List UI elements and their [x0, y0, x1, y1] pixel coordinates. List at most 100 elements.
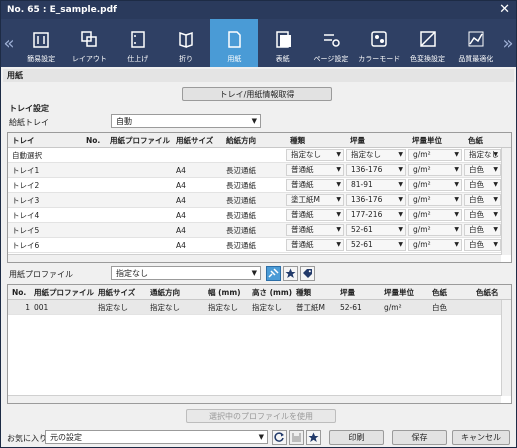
tray-cell-dropdown[interactable]: 白色 ▼ [464, 179, 501, 191]
profile-col-header[interactable]: 坪量 [336, 287, 380, 298]
tray-cell-dropdown[interactable]: 普通紙 ▼ [286, 224, 344, 236]
tray-row[interactable]: トレイ5 A4 長辺通紙 普通紙 ▼ 52-61 ▼ g/m² ▼ 白色 ▼ [8, 223, 511, 238]
profile-col-header[interactable]: 用紙プロファイル [30, 287, 94, 298]
tray-cell-value: g/m² [413, 150, 431, 159]
save-disk-icon[interactable] [289, 430, 304, 445]
tray-cell-value: 自動選択 [12, 150, 42, 160]
tray-row[interactable]: 自動選択 指定なし ▼ 指定なし ▼ g/m² ▼ 指定なし ▼ [8, 148, 511, 163]
tray-cell-dropdown[interactable]: 指定なし ▼ [464, 149, 501, 161]
profile-horizontal-scrollbar[interactable] [8, 395, 501, 403]
profile-col-header[interactable]: 色紙 [428, 287, 472, 298]
tray-vertical-scrollbar[interactable] [501, 148, 511, 255]
tray-col-header[interactable]: 用紙サイズ [172, 135, 222, 146]
profile-row[interactable]: 1 001 指定なし 指定なし 指定なし 指定なし 普工紙M 52-61 g/m² 白色 [8, 300, 511, 315]
tray-cell-dropdown[interactable]: g/m² ▼ [408, 239, 462, 251]
tab-color-conversion[interactable]: 色変換設定 [403, 19, 451, 67]
tray-row[interactable]: トレイ1 A4 長辺通紙 普通紙 ▼ 136-176 ▼ g/m² ▼ 白色 ▼ [8, 163, 511, 178]
tab-fold[interactable]: 折り [162, 19, 210, 67]
tray-row[interactable]: トレイ2 A4 長辺通紙 普通紙 ▼ 81-91 ▼ g/m² ▼ 白色 ▼ [8, 178, 511, 193]
favorites-select[interactable]: 元の設定 ▼ [45, 430, 268, 444]
chevron-down-icon: ▼ [454, 226, 459, 233]
profile-col-header[interactable]: 幅 (mm) [204, 287, 248, 298]
tray-row[interactable]: トレイ3 A4 長辺通紙 塗工紙M ▼ 136-176 ▼ g/m² ▼ 白色 ▼ [8, 193, 511, 208]
tray-col-header[interactable]: 坪量単位 [408, 135, 464, 146]
scroll-left-icon[interactable]: « [1, 19, 17, 67]
tray-col-header[interactable]: トレイ [8, 135, 82, 146]
get-tray-info-button[interactable]: トレイ/用紙情報取得 [182, 87, 332, 101]
chevron-down-icon: ▼ [398, 211, 403, 218]
tray-col-header[interactable]: No. [82, 136, 106, 145]
tray-col-header[interactable]: 坪量 [346, 135, 408, 146]
tray-cell-dropdown[interactable]: 塗工紙M ▼ [286, 194, 344, 206]
tray-col-header[interactable]: 種類 [286, 135, 346, 146]
tab-layout[interactable]: レイアウト [65, 19, 113, 67]
tray-cell-dropdown[interactable]: 白色 ▼ [464, 209, 501, 221]
tray-cell: 長辺通紙 [222, 195, 286, 206]
tray-cell-dropdown[interactable]: g/m² ▼ [408, 179, 462, 191]
tab-finishing[interactable]: 仕上げ [114, 19, 162, 67]
tab-quality[interactable]: 品質最適化 [452, 19, 500, 67]
use-profile-button[interactable]: 選択中のプロファイルを使用 [186, 409, 336, 423]
tray-cell: 長辺通紙 [222, 210, 286, 221]
tray-cell-dropdown[interactable]: g/m² ▼ [408, 164, 462, 176]
profile-col-header[interactable]: 高さ (mm) [248, 287, 292, 298]
tab-paper[interactable]: 用紙 [210, 19, 259, 67]
tray-cell-dropdown[interactable]: 136-176 ▼ [346, 164, 406, 176]
tray-cell-dropdown[interactable]: 普通紙 ▼ [286, 179, 344, 191]
save-button[interactable]: 保存 [392, 430, 447, 445]
tab-color-mode[interactable]: カラーモード [355, 19, 403, 67]
profile-cell: 指定なし [252, 302, 282, 312]
chevron-down-icon: ▼ [398, 181, 403, 188]
profile-vertical-scrollbar[interactable] [501, 300, 511, 396]
tray-cell-dropdown[interactable]: g/m² ▼ [408, 194, 462, 206]
link-icon[interactable] [266, 266, 281, 281]
tray-cell-dropdown[interactable]: 白色 ▼ [464, 194, 501, 206]
tab-simple-settings[interactable]: 簡易設定 [17, 19, 65, 67]
profile-col-header[interactable]: 用紙サイズ [94, 287, 146, 298]
favorite-star-icon[interactable] [283, 266, 298, 281]
feed-tray-select[interactable]: 自動 ▼ [111, 114, 261, 128]
tray-cell-dropdown[interactable]: 普通紙 ▼ [286, 239, 344, 251]
cancel-button[interactable]: キャンセル [452, 430, 510, 445]
tray-cell-dropdown[interactable]: 普通紙 ▼ [286, 164, 344, 176]
scroll-right-icon[interactable]: » [500, 19, 516, 67]
tray-cell-value: 普通紙 [291, 180, 314, 189]
tray-cell-dropdown[interactable]: 普通紙 ▼ [286, 209, 344, 221]
tray-cell-dropdown[interactable]: 52-61 ▼ [346, 239, 406, 251]
tray-cell-dropdown[interactable]: 指定なし ▼ [346, 149, 406, 161]
tray-cell-dropdown[interactable]: g/m² ▼ [408, 209, 462, 221]
tray-row[interactable]: トレイ6 A4 長辺通紙 普通紙 ▼ 52-61 ▼ g/m² ▼ 白色 ▼ [8, 238, 511, 253]
tab-cover[interactable]: 表紙 [258, 19, 306, 67]
profile-col-header[interactable]: 坪量単位 [380, 287, 428, 298]
refresh-icon[interactable] [272, 430, 287, 445]
tray-cell-dropdown[interactable]: 指定なし ▼ [286, 149, 344, 161]
profile-col-header[interactable]: 通紙方向 [146, 287, 204, 298]
profile-col-header[interactable]: No. [8, 288, 30, 297]
tray-cell-dropdown[interactable]: 136-176 ▼ [346, 194, 406, 206]
tray-col-header[interactable]: 用紙プロファイル [106, 135, 172, 146]
tab-page-settings[interactable]: ページ設定 [307, 19, 355, 67]
close-icon[interactable]: ✕ [499, 2, 510, 17]
tray-cell-dropdown[interactable]: g/m² ▼ [408, 224, 462, 236]
chevron-down-icon: ▼ [454, 241, 459, 248]
tray-cell-dropdown[interactable]: 177-216 ▼ [346, 209, 406, 221]
tray-col-header[interactable]: 給紙方向 [222, 135, 286, 146]
tray-col-header[interactable]: 色紙 [464, 135, 503, 146]
tray-cell-dropdown[interactable]: 白色 ▼ [464, 164, 501, 176]
tray-cell-dropdown[interactable]: 52-61 ▼ [346, 224, 406, 236]
profile-select[interactable]: 指定なし ▼ [111, 266, 261, 280]
tray-horizontal-scrollbar[interactable] [8, 254, 501, 262]
tray-cell-value: A4 [176, 180, 186, 190]
tray-row[interactable]: トレイ4 A4 長辺通紙 普通紙 ▼ 177-216 ▼ g/m² ▼ 白色 ▼ [8, 208, 511, 223]
profile-cell: 52-61 [340, 302, 362, 312]
chevron-down-icon: ▼ [398, 241, 403, 248]
tray-cell-dropdown[interactable]: 白色 ▼ [464, 239, 501, 251]
favorite-add-icon[interactable] [306, 430, 321, 445]
tray-cell-dropdown[interactable]: 白色 ▼ [464, 224, 501, 236]
print-button[interactable]: 印刷 [329, 430, 384, 445]
profile-col-header[interactable]: 色紙名 [472, 287, 502, 298]
tray-cell-dropdown[interactable]: g/m² ▼ [408, 149, 462, 161]
tag-icon[interactable] [300, 266, 315, 281]
profile-col-header[interactable]: 種類 [292, 287, 336, 298]
tray-cell-dropdown[interactable]: 81-91 ▼ [346, 179, 406, 191]
